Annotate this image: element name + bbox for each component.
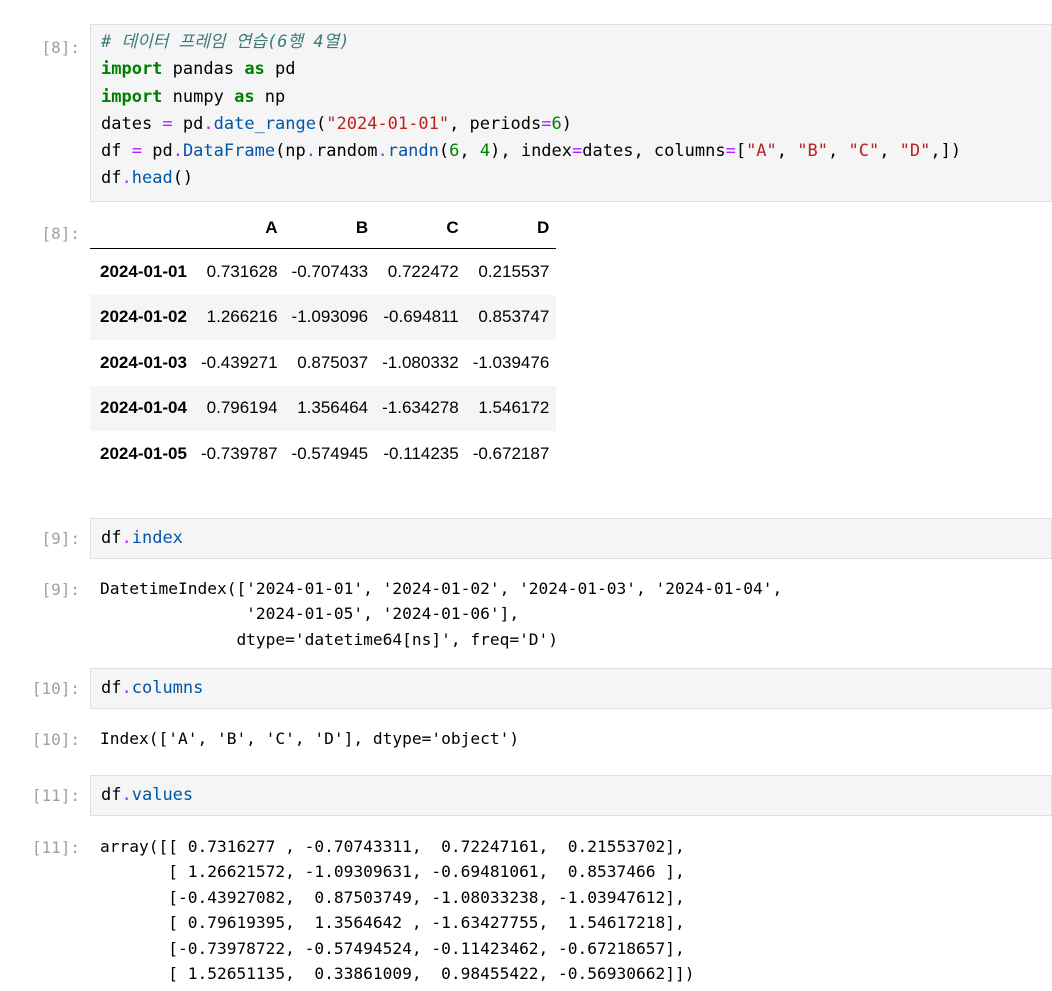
row-index: 2024-01-04 (100, 398, 187, 418)
table-cell: -0.672187 (472, 443, 550, 463)
output-prompt: [9]: (41, 580, 80, 599)
code-input[interactable]: df.index (90, 518, 1052, 559)
output-text: DatetimeIndex(['2024-01-01', '2024-01-02… (100, 579, 783, 649)
code-editor[interactable]: # 데이터 프레임 연습(6행 4열) import pandas as pd … (91, 25, 1051, 197)
table-cell: 1.546172 (478, 398, 550, 418)
input-prompt: [8]: (41, 38, 80, 57)
table-cell: -1.080332 (382, 352, 459, 372)
table-header-row: A B C D (90, 218, 557, 249)
code-editor[interactable]: df.index (91, 519, 1051, 556)
code-input[interactable]: df.values (90, 775, 1052, 816)
table-cell: -0.114235 (383, 443, 459, 463)
table-row: 2024-01-05 -0.739787 -0.574945 -0.114235… (90, 431, 556, 477)
table-cell: -1.093096 (291, 307, 369, 327)
table-row: 2024-01-04 0.796194 1.356464 -1.634278 1… (90, 385, 557, 431)
code-input[interactable]: # 데이터 프레임 연습(6행 4열) import pandas as pd … (90, 24, 1052, 202)
table-cell: 0.875037 (297, 352, 369, 372)
table-cell: -0.574945 (291, 443, 369, 463)
table-row: 2024-01-03 -0.439271 0.875037 -1.080332 … (90, 340, 556, 386)
input-prompt: [10]: (31, 679, 80, 698)
column-header-a: A (193, 218, 285, 249)
table-row: 2024-01-02 1.266216 -1.093096 -0.694811 … (90, 294, 557, 340)
table-cell: 0.215537 (478, 261, 550, 281)
table-row: 2024-01-01 0.731628 -0.707433 0.722472 0… (90, 249, 556, 295)
output-text: Index(['A', 'B', 'C', 'D'], dtype='objec… (100, 729, 520, 748)
row-index: 2024-01-03 (100, 352, 187, 372)
table-cell: -0.694811 (383, 307, 459, 327)
table-cell: 0.853747 (478, 307, 550, 327)
table-cell: -1.634278 (382, 398, 459, 418)
code-line-1: # 데이터 프레임 연습(6행 4열) (101, 32, 350, 52)
row-index: 2024-01-05 (100, 443, 187, 463)
output-prompt: [11]: (31, 838, 80, 857)
input-prompt: [9]: (41, 529, 80, 548)
index-header (90, 218, 194, 249)
input-prompt: [11]: (31, 786, 80, 805)
table-cell: -1.039476 (472, 352, 550, 372)
column-header-b: B (284, 218, 376, 249)
code-editor[interactable]: df.columns (91, 669, 1051, 706)
output-text: array([[ 0.7316277 , -0.70743311, 0.7224… (100, 837, 695, 984)
code-editor[interactable]: df.values (91, 776, 1051, 813)
table-cell: -0.739787 (200, 443, 278, 463)
table-cell: 0.722472 (387, 261, 459, 281)
row-index: 2024-01-02 (100, 307, 187, 327)
code-input[interactable]: df.columns (90, 668, 1052, 709)
output-prompt: [8]: (41, 224, 80, 243)
table-cell: -0.439271 (200, 352, 278, 372)
table-cell: 0.796194 (206, 398, 278, 418)
dataframe-table: A B C D 2024-01-01 0.731628 -0.707433 0.… (90, 218, 557, 477)
table-cell: 1.266216 (206, 307, 278, 327)
column-header-d: D (465, 218, 557, 249)
output-prompt: [10]: (31, 730, 80, 749)
table-cell: -0.707433 (291, 261, 369, 281)
table-cell: 0.731628 (206, 261, 278, 281)
column-header-c: C (375, 218, 466, 249)
table-cell: 1.356464 (297, 398, 369, 418)
row-index: 2024-01-01 (100, 261, 187, 281)
